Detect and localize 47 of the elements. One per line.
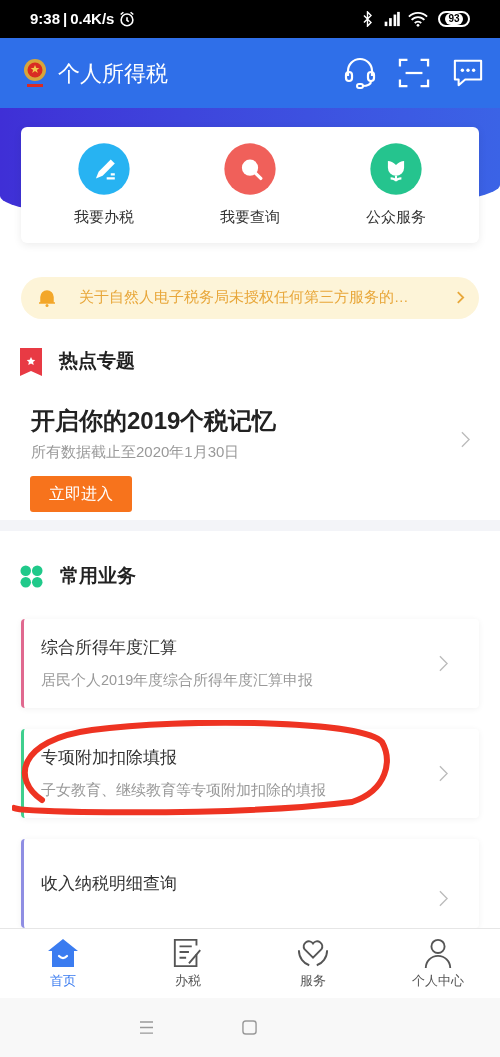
service-title: 收入纳税明细查询 bbox=[41, 872, 178, 895]
menu-icon[interactable] bbox=[139, 1021, 154, 1034]
app-title: 个人所得税 bbox=[58, 59, 168, 88]
service-title: 综合所得年度汇算 bbox=[41, 637, 178, 660]
topic-title: 开启你的2019个税记忆 bbox=[31, 405, 278, 436]
tab-item[interactable]: 首页 bbox=[0, 929, 125, 998]
quick-action[interactable]: 我要办税 bbox=[49, 141, 159, 229]
clock-time: 9:38 bbox=[30, 8, 61, 29]
service-subtitle: 居民个人2019年度综合所得年度汇算申报 bbox=[41, 670, 315, 690]
network-speed: 0.4K/s bbox=[70, 8, 115, 29]
alarm-icon bbox=[118, 10, 137, 28]
chevron-right-icon bbox=[439, 890, 448, 907]
clover-icon bbox=[20, 565, 43, 589]
chevron-right-icon bbox=[439, 765, 448, 782]
action-label: 我要办税 bbox=[74, 206, 134, 227]
tab-item[interactable]: 服务 bbox=[250, 929, 375, 998]
chevron-right-icon bbox=[439, 655, 448, 672]
message-icon[interactable] bbox=[452, 58, 484, 88]
document-pen-icon bbox=[171, 936, 204, 969]
scan-icon[interactable] bbox=[398, 58, 430, 88]
service-card[interactable]: 综合所得年度汇算 居民个人2019年度综合所得年度汇算申报 bbox=[21, 619, 479, 708]
action-label: 公众服务 bbox=[366, 206, 426, 227]
bell-icon bbox=[37, 288, 57, 308]
service-card[interactable]: 专项附加扣除填报 子女教育、继续教育等专项附加扣除的填报 bbox=[21, 729, 479, 818]
flower-icon bbox=[369, 141, 423, 196]
quick-action[interactable]: 我要查询 bbox=[195, 141, 305, 229]
service-card[interactable]: 收入纳税明细查询 bbox=[21, 839, 479, 928]
section-heading: 热点专题 bbox=[59, 349, 135, 374]
separator-text: | bbox=[63, 8, 68, 29]
quick-action[interactable]: 公众服务 bbox=[341, 141, 451, 229]
bluetooth-icon bbox=[363, 11, 372, 27]
headset-icon[interactable] bbox=[342, 55, 378, 91]
action-label: 我要查询 bbox=[220, 206, 280, 227]
home-button-icon[interactable] bbox=[242, 1020, 257, 1035]
tab-item[interactable]: 办税 bbox=[125, 929, 250, 998]
tab-item[interactable]: 个人中心 bbox=[375, 929, 500, 998]
search-icon bbox=[223, 141, 277, 196]
service-subtitle: 子女教育、继续教育等专项附加扣除的填报 bbox=[41, 780, 327, 800]
section-heading: 常用业务 bbox=[60, 564, 136, 589]
wifi-icon bbox=[408, 11, 428, 27]
topic-subtitle: 所有数据截止至2020年1月30日 bbox=[31, 441, 241, 462]
notice-text: 关于自然人电子税务局未授权任何第三方服务的… bbox=[79, 288, 410, 308]
pencil-icon bbox=[77, 141, 131, 196]
service-title: 专项附加扣除填报 bbox=[41, 747, 178, 770]
battery-indicator: 93 bbox=[438, 11, 470, 27]
chevron-right-icon bbox=[456, 290, 465, 306]
bookmark-icon bbox=[20, 347, 42, 376]
